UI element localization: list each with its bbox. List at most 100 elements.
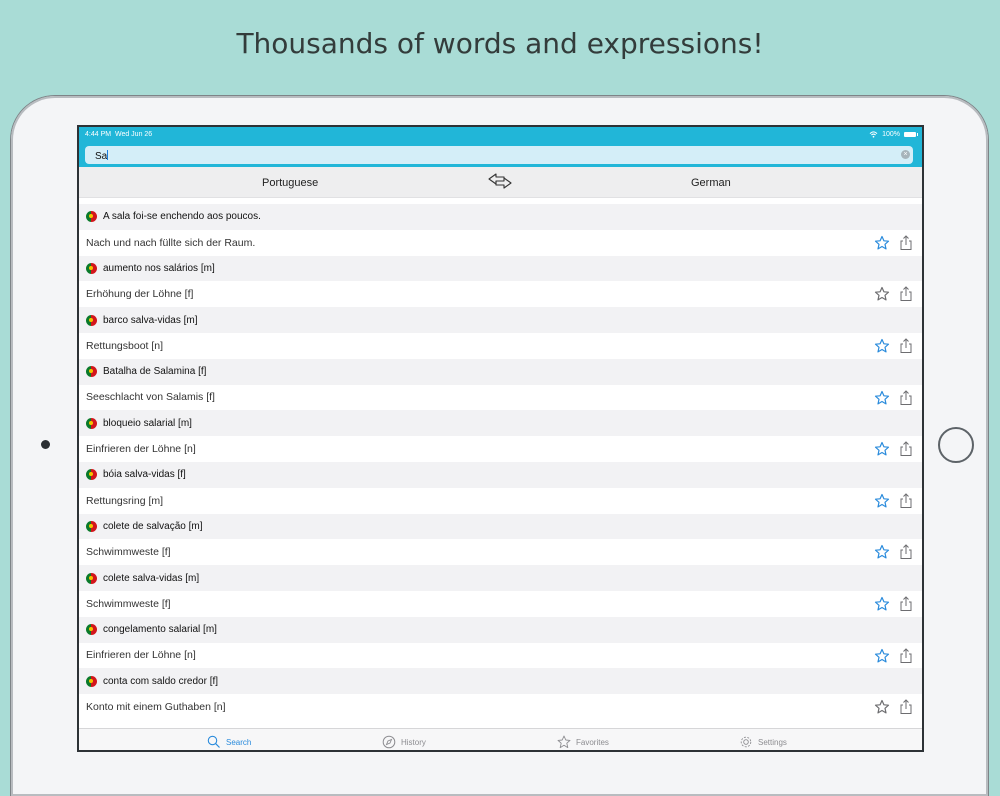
target-entry-row[interactable]: Schwimmweste [f]: [79, 590, 922, 617]
target-language-button[interactable]: German: [691, 177, 731, 189]
portugal-flag-icon: [86, 520, 97, 532]
star-icon: [557, 735, 571, 749]
favorite-star-icon[interactable]: [874, 235, 890, 251]
portugal-flag-icon: [86, 417, 97, 429]
battery-icon: [904, 132, 918, 137]
status-clock: 4:44 PM: [85, 131, 112, 138]
source-entry-text: colete salva-vidas [m]: [103, 572, 200, 584]
source-entry-row[interactable]: barco salva-vidas [m]: [79, 307, 922, 333]
source-entry-text: colete de salvação [m]: [103, 520, 203, 532]
tab-settings[interactable]: Settings: [739, 735, 787, 749]
source-entry-text: Batalha de Salamina [f]: [103, 366, 207, 378]
favorite-star-icon[interactable]: [874, 441, 890, 457]
share-icon[interactable]: [898, 544, 914, 560]
entry-actions: [874, 647, 914, 664]
tab-favorites-label: Favorites: [576, 737, 609, 747]
swap-languages-icon[interactable]: [487, 172, 513, 190]
target-entry-row[interactable]: Rettungsboot [n]: [79, 332, 922, 359]
source-entry-row[interactable]: aumento nos salários [m]: [79, 255, 922, 282]
tab-history[interactable]: History: [382, 735, 426, 749]
source-entry-row[interactable]: colete salva-vidas [m]: [79, 565, 922, 591]
target-entry-text: Einfrieren der Löhne [n]: [86, 443, 196, 456]
source-entry-row[interactable]: congelamento salarial [m]: [79, 616, 922, 643]
portugal-flag-icon: [86, 572, 97, 584]
favorite-star-icon[interactable]: [874, 493, 890, 509]
entry-actions: [874, 389, 914, 406]
source-entry-row[interactable]: colete de salvação [m]: [79, 513, 922, 540]
source-entry-text: A sala foi-se enchendo aos poucos.: [103, 211, 261, 223]
share-icon[interactable]: [898, 235, 914, 251]
search-bar: Sa ×: [79, 144, 922, 167]
battery-percent: 100%: [882, 131, 900, 138]
target-entry-text: Seeschlacht von Salamis [f]: [86, 391, 215, 404]
entry-actions: [874, 235, 914, 251]
portugal-flag-icon: [86, 675, 97, 687]
results-list: A sala foi-se enchendo aos poucos. Nach u…: [79, 204, 922, 725]
status-date: Wed Jun 26: [114, 131, 153, 138]
target-entry-row[interactable]: Einfrieren der Löhne [n]: [79, 642, 922, 669]
share-icon[interactable]: [898, 596, 914, 612]
favorite-star-icon[interactable]: [874, 699, 890, 715]
status-bar: 4:44 PM Wed Jun 26 100%: [79, 127, 922, 144]
entry-actions: [874, 493, 914, 509]
target-entry-text: Schwimmweste [f]: [86, 597, 171, 610]
source-language-button[interactable]: Portuguese: [262, 177, 318, 189]
tab-history-label: History: [401, 737, 426, 747]
search-input-value: Sa: [95, 151, 108, 162]
target-entry-row[interactable]: Nach und nach füllte sich der Raum.: [79, 229, 922, 256]
tab-settings-label: Settings: [758, 737, 787, 747]
search-input[interactable]: Sa ×: [85, 146, 913, 164]
tab-favorites[interactable]: Favorites: [557, 735, 609, 749]
share-icon[interactable]: [898, 699, 914, 715]
share-icon[interactable]: [898, 286, 914, 302]
portugal-flag-icon: [86, 211, 97, 223]
favorite-star-icon[interactable]: [874, 286, 890, 302]
source-entry-row[interactable]: bóia salva-vidas [f]: [79, 461, 922, 488]
portugal-flag-icon: [86, 469, 97, 481]
target-entry-text: Konto mit einem Guthaben [n]: [86, 701, 226, 714]
source-entry-row[interactable]: Batalha de Salamina [f]: [79, 358, 922, 385]
target-entry-row[interactable]: Schwimmweste [f]: [79, 539, 922, 566]
clear-icon[interactable]: ×: [901, 150, 910, 159]
favorite-star-icon[interactable]: [874, 544, 890, 560]
portugal-flag-icon: [86, 314, 97, 326]
source-entry-row[interactable]: conta com saldo credor [f]: [79, 668, 922, 695]
target-entry-text: Erhöhung der Löhne [f]: [86, 288, 194, 301]
headline: Thousands of words and expressions!: [236, 27, 764, 60]
target-entry-text: Rettungsring [m]: [86, 494, 164, 507]
portugal-flag-icon: [86, 366, 97, 378]
share-icon[interactable]: [898, 441, 914, 457]
status-time: 4:44 PM Wed Jun 26: [85, 131, 152, 138]
home-button[interactable]: [938, 427, 974, 463]
tab-search[interactable]: Search: [207, 735, 251, 749]
source-entry-text: bóia salva-vidas [f]: [103, 469, 186, 481]
status-indicators: 100%: [869, 131, 918, 138]
favorite-star-icon[interactable]: [874, 338, 890, 354]
source-entry-text: conta com saldo credor [f]: [103, 675, 219, 687]
target-entry-row[interactable]: Einfrieren der Löhne [n]: [79, 436, 922, 462]
target-entry-row[interactable]: Konto mit einem Guthaben [n]: [79, 694, 922, 720]
source-entry-row[interactable]: bloqueio salarial [m]: [79, 410, 922, 437]
favorite-star-icon[interactable]: [874, 390, 890, 406]
tab-search-label: Search: [226, 737, 252, 747]
gear-icon: [740, 736, 752, 748]
target-entry-row[interactable]: Rettungsring [m]: [79, 487, 922, 514]
share-icon[interactable]: [898, 493, 914, 509]
entry-actions: [874, 338, 914, 354]
portugal-flag-icon: [86, 262, 97, 274]
portugal-flag-icon: [86, 624, 97, 636]
favorite-star-icon[interactable]: [874, 648, 890, 664]
target-entry-row[interactable]: Erhöhung der Löhne [f]: [79, 281, 922, 308]
share-icon[interactable]: [898, 647, 914, 664]
share-icon[interactable]: [898, 338, 914, 354]
target-entry-text: Rettungsboot [n]: [86, 339, 164, 352]
tab-bar: Search History Favorites Settings: [79, 728, 922, 750]
share-icon[interactable]: [898, 389, 914, 406]
source-entry-row[interactable]: A sala foi-se enchendo aos poucos.: [79, 204, 922, 230]
favorite-star-icon[interactable]: [874, 596, 890, 612]
compass-icon: [382, 735, 396, 749]
target-entry-row[interactable]: Seeschlacht von Salamis [f]: [79, 384, 922, 411]
entry-actions: [874, 544, 914, 560]
source-entry-text: congelamento salarial [m]: [103, 624, 217, 636]
source-entry-text: aumento nos salários [m]: [103, 262, 215, 274]
